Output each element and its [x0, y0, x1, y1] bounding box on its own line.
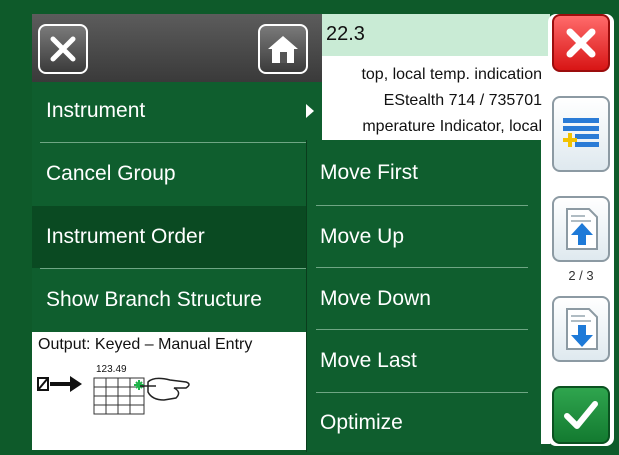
submenu-item-label: Optimize [320, 411, 403, 434]
cancel-button[interactable] [552, 14, 610, 72]
output-info-panel: Output: Keyed – Manual Entry 123.49 [32, 332, 322, 450]
submenu-item-label: Move Down [320, 287, 431, 310]
page-indicator: 2 / 3 [568, 268, 594, 283]
menu-item-label: Instrument [46, 99, 146, 122]
record-line-2: EStealth 714 / 735701 [383, 92, 542, 109]
page-down-button[interactable] [552, 296, 610, 362]
red-x-icon [566, 28, 596, 58]
close-menu-button[interactable] [38, 24, 88, 74]
home-button[interactable] [258, 24, 308, 74]
submenu-arrow-icon [306, 104, 314, 118]
submenu-item-optimize[interactable]: Optimize [306, 392, 540, 454]
list-add-icon [563, 118, 599, 147]
record-header: 22.3 [320, 14, 550, 56]
checkmark-icon [564, 401, 598, 429]
close-icon [50, 36, 76, 62]
page-up-icon [566, 208, 598, 250]
ok-button[interactable] [552, 386, 610, 444]
home-icon [268, 36, 298, 63]
menu-item-instrument[interactable]: Instrument [32, 80, 322, 142]
submenu-item-label: Move First [320, 161, 419, 184]
menu-item-show-branch-structure[interactable]: Show Branch Structure [32, 269, 322, 331]
submenu-item-move-up[interactable]: Move Up [306, 206, 540, 268]
keypad-number: 123.49 [96, 364, 127, 375]
record-line-1: top, local temp. indication [361, 66, 542, 83]
record-line-3: mperature Indicator, local [362, 118, 542, 135]
record-value: 22.3 [326, 23, 365, 45]
submenu-item-label: Move Last [320, 349, 417, 372]
menu-item-label: Cancel Group [46, 162, 176, 185]
keypad-entry-icon: 123.49 [37, 364, 190, 415]
output-info-text: Output: Keyed – Manual Entry [38, 336, 253, 353]
page-up-button[interactable] [552, 196, 610, 262]
submenu-item-move-first[interactable]: Move First [306, 142, 540, 204]
submenu-item-label: Move Up [320, 225, 405, 248]
page-down-icon [566, 308, 598, 350]
menu-item-label: Show Branch Structure [46, 288, 262, 311]
add-to-list-button[interactable] [552, 96, 610, 172]
submenu-item-move-last[interactable]: Move Last [306, 330, 540, 392]
menu-item-instrument-order[interactable]: Instrument Order [32, 206, 322, 268]
submenu-item-move-down[interactable]: Move Down [306, 268, 540, 330]
menu-item-label: Instrument Order [46, 225, 205, 248]
menu-item-cancel-group[interactable]: Cancel Group [32, 143, 322, 205]
